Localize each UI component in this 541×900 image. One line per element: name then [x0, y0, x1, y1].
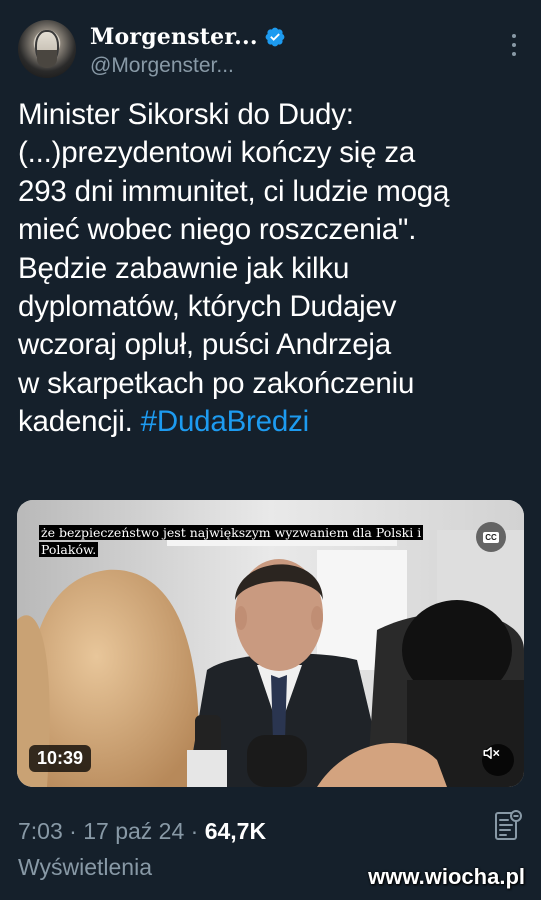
verified-badge-icon — [265, 27, 285, 47]
user-handle[interactable]: @Morgenster... — [90, 54, 234, 78]
more-vertical-icon[interactable] — [509, 34, 519, 56]
views-label: Wyświetlenia — [18, 854, 153, 880]
hashtag-link[interactable]: #DudaBredzi — [141, 405, 310, 438]
volume-muted-icon[interactable] — [482, 744, 514, 776]
video-player[interactable]: że bezpieczeństwo jest największym wyzwa… — [17, 500, 524, 787]
tweet-body: Minister Sikorski do Dudy: (...)prezyden… — [18, 98, 450, 439]
avatar-beard — [37, 50, 57, 68]
avatar[interactable] — [18, 20, 76, 78]
video-duration: 10:39 — [29, 745, 92, 772]
tweet-meta: 7:03 · 17 paź 24 · 64,7K — [18, 818, 266, 845]
mute-glyph — [483, 747, 500, 759]
view-count: 64,7K — [204, 818, 267, 844]
tweet-time[interactable]: 7:03 — [18, 818, 63, 844]
watermark: www.wiocha.pl — [368, 864, 525, 889]
tweet-date[interactable]: 17 paź 24 — [83, 818, 184, 844]
video-caption-text: że bezpieczeństwo jest największym wyzwa… — [39, 525, 424, 557]
closed-captions-button[interactable]: CC — [476, 522, 506, 552]
meta-separator-1: · — [62, 818, 84, 844]
tweet-header: Morgenster... @Morgenster... — [18, 16, 523, 80]
tweet-text: Minister Sikorski do Dudy: (...)prezyden… — [18, 96, 528, 442]
meta-separator-2: · — [184, 818, 205, 844]
name-row: Morgenster... — [90, 22, 286, 52]
video-caption: że bezpieczeństwo jest największym wyzwa… — [39, 524, 449, 558]
analytics-icon[interactable] — [494, 810, 522, 842]
cc-icon: CC — [483, 531, 499, 543]
display-name[interactable]: Morgenster... — [90, 24, 258, 50]
